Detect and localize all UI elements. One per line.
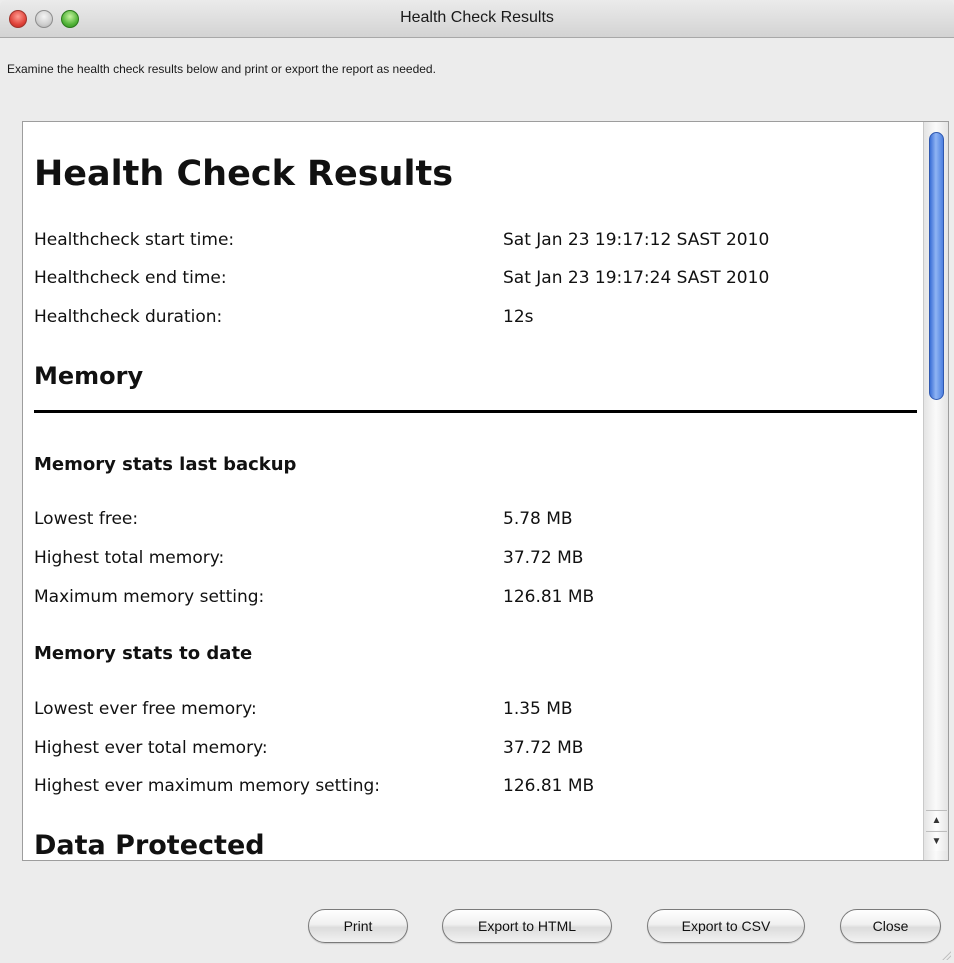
data-protected-heading: Data Protected	[34, 830, 265, 861]
window-title: Health Check Results	[400, 9, 554, 26]
memory-stat-row: Maximum memory setting: 126.81 MB	[34, 587, 914, 609]
scroll-up-icon[interactable]: ▲	[926, 810, 947, 830]
section-divider	[34, 410, 917, 413]
memory-stat-row: Lowest free: 5.78 MB	[34, 509, 914, 531]
stat-value: 37.72 MB	[503, 738, 584, 758]
stat-label: Lowest ever free memory:	[34, 699, 257, 719]
summary-row: Healthcheck duration: 12s	[34, 307, 914, 329]
vertical-scrollbar[interactable]: ▲ ▼	[923, 122, 948, 860]
export-html-button[interactable]: Export to HTML	[442, 909, 612, 943]
stat-value: 1.35 MB	[503, 699, 573, 719]
stat-value: 37.72 MB	[503, 548, 584, 568]
stat-label: Highest total memory:	[34, 548, 225, 568]
summary-row: Healthcheck end time: Sat Jan 23 19:17:2…	[34, 268, 914, 290]
stat-value: 5.78 MB	[503, 509, 573, 529]
memory-to-date-heading: Memory stats to date	[34, 643, 253, 664]
memory-stat-row: Lowest ever free memory: 1.35 MB	[34, 699, 914, 721]
report-heading: Health Check Results	[34, 154, 454, 194]
summary-value: Sat Jan 23 19:17:24 SAST 2010	[503, 268, 770, 288]
resize-grip-icon[interactable]	[941, 950, 951, 960]
report-view[interactable]: Health Check Results Healthcheck start t…	[22, 121, 949, 861]
stat-label: Lowest free:	[34, 509, 139, 529]
print-button[interactable]: Print	[308, 909, 408, 943]
scroll-down-icon[interactable]: ▼	[926, 831, 947, 851]
stat-value: 126.81 MB	[503, 776, 595, 796]
health-check-window: Health Check Results Examine the health …	[0, 0, 954, 963]
summary-label: Healthcheck duration:	[34, 307, 223, 327]
title-bar[interactable]: Health Check Results	[0, 0, 954, 38]
memory-stat-row: Highest ever maximum memory setting: 126…	[34, 776, 914, 798]
close-button[interactable]: Close	[840, 909, 941, 943]
memory-last-backup-heading: Memory stats last backup	[34, 454, 297, 475]
stat-value: 126.81 MB	[503, 587, 595, 607]
stat-label: Highest ever total memory:	[34, 738, 268, 758]
instructions-text: Examine the health check results below a…	[7, 62, 436, 76]
scrollbar-thumb[interactable]	[929, 132, 944, 400]
memory-stat-row: Highest ever total memory: 37.72 MB	[34, 738, 914, 760]
summary-label: Healthcheck end time:	[34, 268, 227, 288]
summary-value: Sat Jan 23 19:17:12 SAST 2010	[503, 230, 770, 250]
summary-row: Healthcheck start time: Sat Jan 23 19:17…	[34, 230, 914, 252]
stat-label: Highest ever maximum memory setting:	[34, 776, 380, 796]
report-content: Health Check Results Healthcheck start t…	[23, 122, 923, 861]
summary-value: 12s	[503, 307, 534, 327]
stat-label: Maximum memory setting:	[34, 587, 265, 607]
memory-heading: Memory	[34, 362, 144, 390]
memory-stat-row: Highest total memory: 37.72 MB	[34, 548, 914, 570]
export-csv-button[interactable]: Export to CSV	[647, 909, 805, 943]
summary-label: Healthcheck start time:	[34, 230, 235, 250]
